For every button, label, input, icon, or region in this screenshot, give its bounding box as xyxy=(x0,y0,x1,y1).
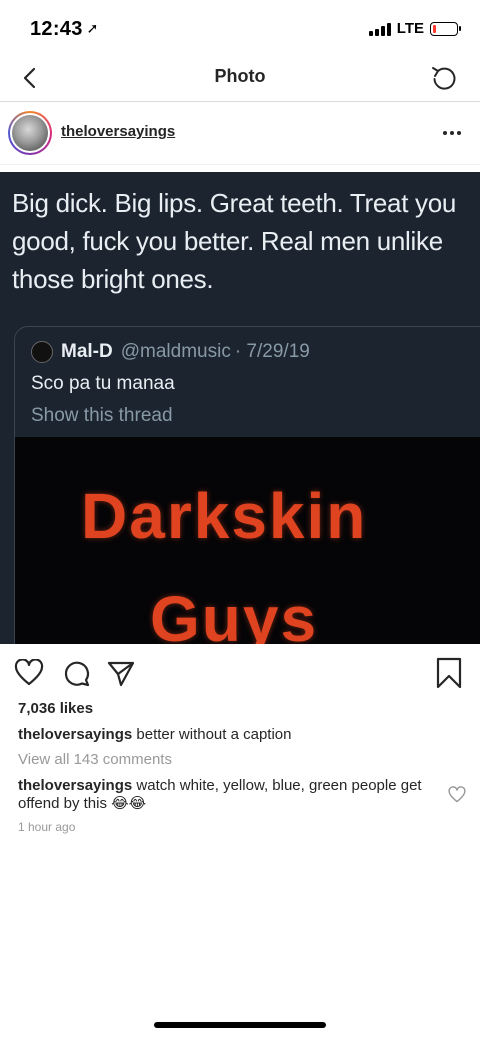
avatar[interactable] xyxy=(8,111,52,155)
post-timestamp: 1 hour ago xyxy=(18,820,76,834)
comment-item: theloversayings watch white, yellow, blu… xyxy=(18,777,428,813)
caption-username[interactable]: theloversayings xyxy=(18,726,132,743)
caption-text: better without a caption xyxy=(136,726,292,743)
refresh-button[interactable] xyxy=(426,60,462,96)
bookmark-icon xyxy=(436,657,462,689)
quoted-media: Darkskin Guys xyxy=(15,437,480,644)
share-button[interactable] xyxy=(104,656,138,690)
comment-username[interactable]: theloversayings xyxy=(18,777,132,794)
refresh-icon xyxy=(432,67,456,90)
media-text-line1: Darkskin xyxy=(81,480,368,552)
tweet-text: Big dick. Big lips. Great teeth. Treat y… xyxy=(12,188,457,294)
post-header: theloversayings xyxy=(0,103,480,165)
status-indicators: LTE xyxy=(368,20,461,37)
network-label: LTE xyxy=(396,20,424,37)
more-options-button[interactable] xyxy=(438,121,466,145)
quoted-avatar xyxy=(31,341,53,363)
likes-count[interactable]: 7,036 likes xyxy=(18,700,93,717)
home-indicator[interactable] xyxy=(154,1022,326,1028)
view-all-comments-link[interactable]: View all 143 comments xyxy=(18,751,172,768)
avatar-image xyxy=(12,115,48,151)
paper-plane-icon xyxy=(107,661,135,687)
quoted-name: Mal-D xyxy=(61,341,113,362)
more-dot-icon xyxy=(457,131,461,135)
show-thread-link: Show this thread xyxy=(31,405,173,426)
post-caption: theloversayings better without a caption xyxy=(18,726,458,743)
quoted-tweet: Mal-D @maldmusic · 7/29/19 Sco pa tu man… xyxy=(14,326,480,644)
heart-icon xyxy=(14,659,44,686)
status-bar: 12:43 ➚ LTE xyxy=(0,0,480,56)
quoted-tweet-header: Mal-D @maldmusic · 7/29/19 xyxy=(31,341,310,363)
status-time: 12:43 ➚ xyxy=(30,18,99,41)
quoted-text: Sco pa tu manaa xyxy=(31,373,175,394)
battery-level xyxy=(433,24,436,33)
signal-icon xyxy=(368,22,391,36)
quoted-date: · 7/29/19 xyxy=(234,341,310,362)
location-arrow-icon: ➚ xyxy=(86,20,99,36)
nav-bar: Photo xyxy=(0,56,480,102)
comment-icon xyxy=(64,661,90,687)
post-image[interactable]: Big dick. Big lips. Great teeth. Treat y… xyxy=(0,172,480,644)
like-button[interactable] xyxy=(12,656,46,690)
comment-button[interactable] xyxy=(60,656,94,690)
comment-like-button[interactable] xyxy=(448,786,466,804)
quoted-handle: @maldmusic xyxy=(120,341,231,362)
battery-icon xyxy=(430,21,461,36)
save-button[interactable] xyxy=(432,656,466,690)
clock-text: 12:43 xyxy=(30,18,83,40)
media-text-line2: Guys xyxy=(150,583,319,644)
more-dot-icon xyxy=(443,131,447,135)
heart-icon xyxy=(448,786,466,803)
page-title: Photo xyxy=(214,66,266,86)
more-dot-icon xyxy=(450,131,454,135)
post-username[interactable]: theloversayings xyxy=(61,123,175,140)
post-actions xyxy=(0,654,480,694)
